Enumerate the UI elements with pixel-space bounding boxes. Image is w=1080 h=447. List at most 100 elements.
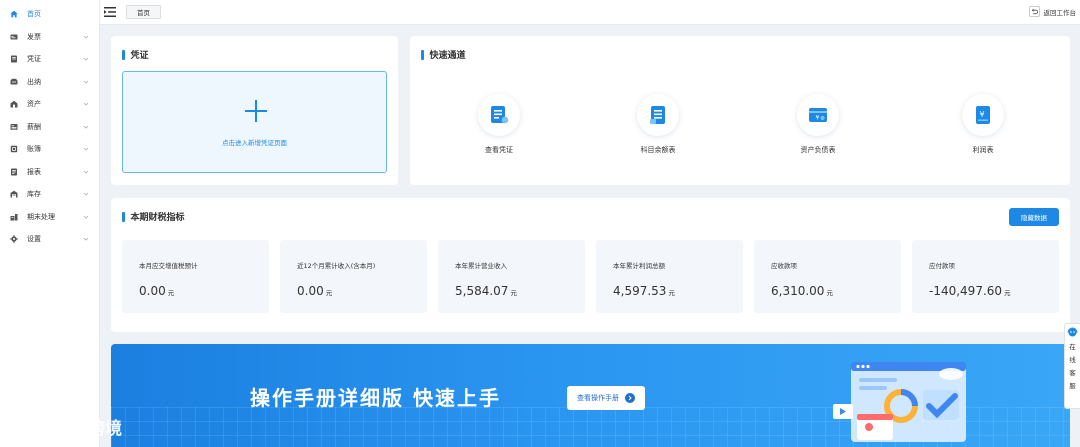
plus-icon [245, 100, 267, 122]
voucher-card: 凭证 点击进入新增凭证页面 [111, 36, 398, 185]
indicator-unit: 元 [1004, 289, 1011, 297]
watermark-text: 大数跨境 [54, 419, 122, 439]
manual-banner: 操作手册详细版 快速上手 查看操作手册 [111, 344, 1070, 447]
tab-home[interactable]: 首页 [126, 5, 161, 19]
sidebar-item-label: 报表 [27, 167, 41, 176]
indicator-label: 本年累计利润总额 [613, 262, 665, 270]
add-voucher-button[interactable]: 点击进入新增凭证页面 [122, 71, 387, 173]
indicator-label: 本年累计营业收入 [455, 262, 507, 270]
view-manual-label: 查看操作手册 [577, 394, 619, 402]
quick-item-account-balance[interactable]: 科目余额表 [618, 94, 698, 155]
indicator-card: 本年累计营业收入 5,584.07 元 [438, 240, 585, 313]
quick-access-title: 快速通道 [421, 48, 466, 61]
indicator-value-row: 4,597.53 元 [613, 284, 675, 298]
hide-data-button[interactable]: 隐藏数据 [1009, 208, 1059, 226]
sidebar-item-label: 库存 [27, 190, 41, 199]
chevron-down-icon [83, 169, 89, 175]
sidebar-item-label: 账簿 [27, 145, 41, 154]
sidebar-item-label: 凭证 [27, 55, 41, 64]
chevron-down-icon [83, 214, 89, 220]
indicator-value-row: 6,310.00 元 [771, 284, 833, 298]
sidebar-item-report[interactable]: 报表 [0, 161, 99, 184]
indicator-unit: 元 [167, 289, 175, 297]
add-voucher-text: 点击进入新增凭证页面 [222, 139, 287, 147]
sidebar-item-voucher[interactable]: 凭证 [0, 48, 99, 71]
chevron-down-icon [83, 34, 89, 40]
indicator-value-row: 0.00 元 [139, 284, 174, 298]
banner-title: 操作手册详细版 快速上手 [250, 386, 501, 410]
indicator-value: 0.00 [297, 284, 324, 298]
indicator-value-row: 5,584.07 元 [455, 284, 517, 298]
sidebar-item-salary[interactable]: 薪酬 [0, 116, 99, 139]
quick-item-label: 科目余额表 [640, 146, 676, 154]
quick-item-view-voucher[interactable]: 查看凭证 [459, 94, 539, 155]
sidebar-item-label: 资产 [27, 100, 41, 109]
ledger-icon [10, 145, 18, 153]
gear-icon [10, 235, 18, 244]
indicator-unit: 元 [826, 289, 833, 297]
indicator-value: 4,597.53 [613, 284, 667, 298]
indicator-card: 本年累计利润总额 4,597.53 元 [596, 240, 743, 313]
menu-fold-icon[interactable] [104, 7, 116, 17]
view-voucher-icon [478, 94, 520, 136]
profit-statement-icon: ¥ [962, 94, 1004, 136]
chevron-down-icon [83, 191, 89, 197]
salary-icon [10, 123, 18, 131]
manual-illustration [831, 352, 981, 447]
period-end-icon [10, 213, 18, 221]
indicator-value-row: -140,497.60 元 [929, 284, 1011, 298]
voucher-card-title: 凭证 [122, 48, 149, 61]
sidebar: 首页发票凭证出纳资产薪酬账簿报表库存期末处理设置 [0, 0, 100, 447]
view-manual-button[interactable]: 查看操作手册 [567, 386, 645, 410]
svg-text:¥: ¥ [816, 115, 820, 122]
indicator-value-row: 0.00 元 [297, 284, 332, 298]
top-bar: 首页 返回工作台 [100, 0, 1080, 25]
quick-item-label: 资产负债表 [800, 146, 836, 154]
sidebar-menu: 首页发票凭证出纳资产薪酬账簿报表库存期末处理设置 [0, 3, 99, 251]
indicator-card: 近12个月累计收入(含本月) 0.00 元 [280, 240, 427, 313]
online-service-button[interactable]: 在线客服 [1064, 323, 1080, 409]
indicator-value: 0.00 [139, 284, 166, 298]
customer-service-icon [1067, 327, 1078, 337]
indicator-label: 近12个月累计收入(含本月) [297, 262, 376, 270]
asset-icon [10, 100, 18, 108]
indicator-unit: 元 [325, 289, 333, 297]
quick-item-profit-statement[interactable]: ¥ 利润表 [943, 94, 1023, 155]
tax-indicators-card: 本期财税指标 隐藏数据 本月应交增值税预计 0.00 元 近12个月累计收入(含本… [111, 198, 1070, 332]
arrow-right-icon [625, 393, 635, 403]
inventory-icon [10, 190, 18, 198]
indicator-card: 本月应交增值税预计 0.00 元 [122, 240, 269, 313]
return-icon [1028, 6, 1040, 17]
chevron-down-icon [83, 101, 89, 107]
indicator-unit: 元 [668, 289, 675, 297]
sidebar-item-inventory[interactable]: 库存 [0, 183, 99, 206]
brand-watermark: 大数跨境 [8, 414, 122, 439]
sidebar-item-ledger[interactable]: 账簿 [0, 138, 99, 161]
sidebar-item-asset[interactable]: 资产 [0, 93, 99, 116]
sidebar-item-home[interactable]: 首页 [0, 3, 99, 26]
back-to-workbench-label: 返回工作台 [1043, 8, 1077, 17]
back-to-workbench-button[interactable]: 返回工作台 [1028, 6, 1077, 17]
chevron-down-icon [83, 236, 89, 242]
chevron-down-icon [83, 56, 89, 62]
indicator-card: 应收款项 6,310.00 元 [754, 240, 901, 313]
sidebar-item-gear[interactable]: 设置 [0, 228, 99, 251]
quick-item-label: 查看凭证 [485, 146, 513, 154]
sidebar-item-cashier[interactable]: 出纳 [0, 71, 99, 94]
quick-item-label: 利润表 [972, 146, 994, 154]
svg-text:¥: ¥ [980, 110, 985, 119]
indicator-value: -140,497.60 [929, 284, 1003, 298]
voucher-icon [10, 55, 18, 63]
sidebar-item-invoice[interactable]: 发票 [0, 26, 99, 49]
sidebar-item-label: 设置 [27, 235, 41, 244]
balance-sheet-icon: ¥ [797, 94, 839, 136]
sidebar-item-period-end[interactable]: 期末处理 [0, 206, 99, 229]
indicator-label: 应付款项 [929, 262, 955, 270]
chevron-down-icon [83, 79, 89, 85]
indicator-card: 应付款项 -140,497.60 元 [912, 240, 1059, 313]
report-icon [10, 168, 18, 176]
quick-item-balance-sheet[interactable]: ¥ 资产负债表 [778, 94, 858, 155]
sidebar-item-label: 发票 [27, 32, 41, 41]
invoice-icon [10, 33, 18, 41]
online-service-label: 在线客服 [1069, 343, 1076, 390]
